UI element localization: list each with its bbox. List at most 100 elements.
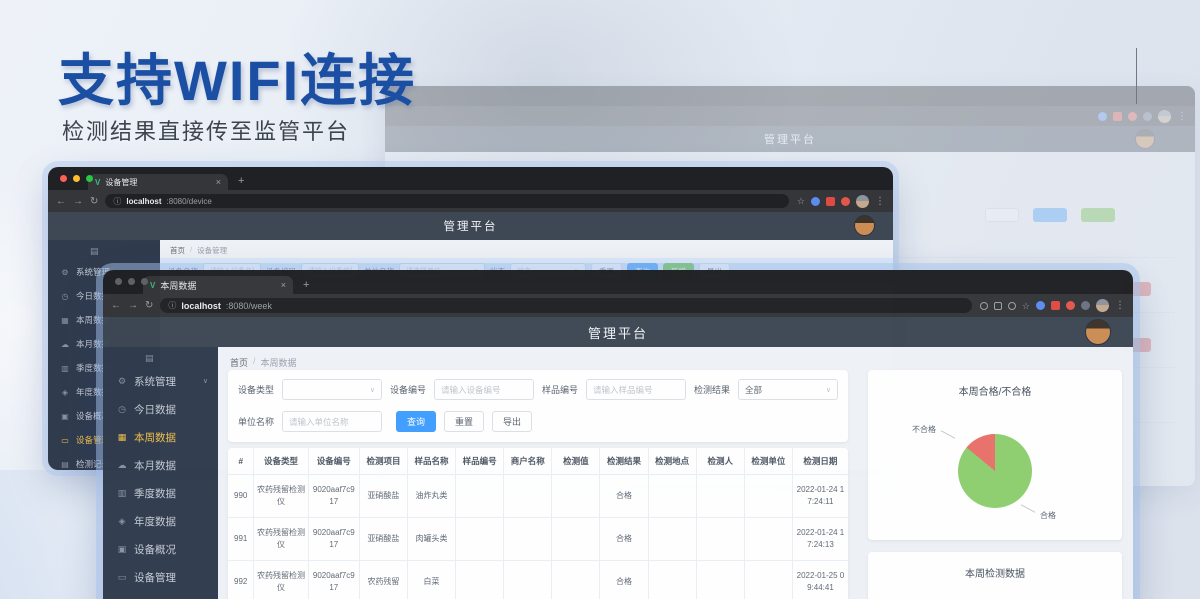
extension-icon[interactable] xyxy=(1051,301,1060,310)
browser-profile-avatar[interactable] xyxy=(1158,110,1171,123)
tab-close-icon[interactable]: × xyxy=(281,280,286,290)
table-cell: 992 xyxy=(228,561,254,599)
back-icon[interactable]: ← xyxy=(111,300,121,311)
breadcrumb-root[interactable]: 首页 xyxy=(230,356,248,369)
extension-icon[interactable] xyxy=(1036,301,1045,310)
sidebar-item-label: 本周数据 xyxy=(134,430,176,445)
table-cell xyxy=(648,518,696,561)
maximize-window-icon[interactable] xyxy=(141,278,148,285)
table-cell xyxy=(456,561,504,599)
browser-profile-avatar[interactable] xyxy=(856,195,869,208)
extensions-puzzle-icon[interactable] xyxy=(1143,112,1152,121)
sidebar-item-device-manage[interactable]: ▭ 设备管理 xyxy=(103,563,218,591)
table-cell: 合格 xyxy=(600,561,648,599)
table-row: 991 农药残留检测仪 9020aaf7c917 亚硝酸盐 肉罐头类 合格 xyxy=(228,518,848,561)
browser-profile-avatar[interactable] xyxy=(1096,299,1109,312)
panel-icon: ▭ xyxy=(60,436,70,445)
table-cell: 991 xyxy=(228,518,254,561)
sidebar-item-week[interactable]: ▦ 本周数据 xyxy=(103,423,218,451)
key-icon[interactable] xyxy=(980,302,988,310)
site-info-icon[interactable]: ⓘ xyxy=(113,196,121,207)
new-tab-button[interactable]: + xyxy=(238,175,244,190)
table-cell: 白菜 xyxy=(408,561,456,599)
address-bar[interactable]: ⓘ localhost :8080/week xyxy=(160,298,972,313)
site-info-icon[interactable]: ⓘ xyxy=(168,300,176,311)
user-avatar[interactable] xyxy=(1135,129,1155,149)
extension-icon[interactable] xyxy=(1098,112,1107,121)
back-icon[interactable]: ← xyxy=(56,196,66,207)
table-cell: 亚硝酸盐 xyxy=(359,475,407,518)
table-cell xyxy=(744,518,792,561)
table-cell: 农药残留检测仪 xyxy=(254,475,308,518)
minimize-window-icon[interactable] xyxy=(128,278,135,285)
breadcrumb-root[interactable]: 首页 xyxy=(170,245,185,256)
sidebar-item-device-overview[interactable]: ▣ 设备概况 xyxy=(103,535,218,563)
reset-button[interactable]: 重置 xyxy=(444,411,484,432)
table-cell xyxy=(504,475,552,518)
table-cell xyxy=(552,561,600,599)
decorative-line xyxy=(1136,48,1137,104)
minimize-window-icon[interactable] xyxy=(73,175,80,182)
sidebar-item-year[interactable]: ◈ 年度数据 xyxy=(103,507,218,535)
address-bar[interactable]: ⓘ localhost :8080/device xyxy=(105,194,789,208)
search-button[interactable]: 查询 xyxy=(396,411,436,432)
extension-icon[interactable] xyxy=(811,197,820,206)
filter-card: 设备类型 ∨ 设备编号 样品编号 检测结果 全部 ∨ xyxy=(228,370,848,442)
window-controls[interactable] xyxy=(60,175,93,182)
forward-icon[interactable]: → xyxy=(73,196,83,207)
filter-row-1: 设备类型 ∨ 设备编号 样品编号 检测结果 全部 ∨ xyxy=(238,379,838,400)
breadcrumb-separator: / xyxy=(253,356,256,369)
bar-chart-icon: ▥ xyxy=(60,364,70,373)
sidebar-item-today[interactable]: ◷ 今日数据 xyxy=(103,395,218,423)
sample-no-input[interactable] xyxy=(586,379,686,400)
table-cell xyxy=(552,475,600,518)
close-window-icon[interactable] xyxy=(115,278,122,285)
extension-icon[interactable] xyxy=(1113,112,1122,121)
maximize-window-icon[interactable] xyxy=(86,175,93,182)
table-cell: 2022-01-24 17:24:11 xyxy=(792,475,848,518)
sidebar-collapse-icon[interactable]: ▤ xyxy=(48,240,160,260)
app-body: ▤ ⚙ 系统管理 ∨ ◷ 今日数据 ▦ 本周数据 ☁ 本月数据 xyxy=(103,347,1133,599)
export-button[interactable]: 导出 xyxy=(492,411,532,432)
column-header: 检测单位 xyxy=(744,448,792,475)
device-type-select[interactable]: ∨ xyxy=(282,379,382,400)
sidebar-collapse-icon[interactable]: ▤ xyxy=(103,347,218,367)
table-cell xyxy=(696,475,744,518)
sidebar-item-system[interactable]: ⚙ 系统管理 ∨ xyxy=(103,367,218,395)
browser-tab[interactable]: V 本周数据 × xyxy=(143,276,293,294)
unit-name-input[interactable] xyxy=(282,411,382,432)
user-avatar[interactable] xyxy=(1085,319,1111,345)
forward-icon[interactable]: → xyxy=(128,300,138,311)
sidebar-item-quarter[interactable]: ▥ 季度数据 xyxy=(103,479,218,507)
extensions-puzzle-icon[interactable] xyxy=(1081,301,1090,310)
window-controls[interactable] xyxy=(115,278,148,285)
bookmark-star-icon[interactable]: ☆ xyxy=(797,197,805,205)
file-icon: ▤ xyxy=(60,460,70,469)
device-no-input[interactable] xyxy=(434,379,534,400)
new-tab-button[interactable]: + xyxy=(303,279,309,294)
close-window-icon[interactable] xyxy=(60,175,67,182)
browser-menu-icon[interactable]: ⋮ xyxy=(1115,300,1125,311)
tab-close-icon[interactable]: × xyxy=(216,177,221,187)
sidebar-item-label: 今日数据 xyxy=(134,402,176,417)
extension-icon[interactable] xyxy=(841,197,850,206)
reload-icon[interactable]: ↻ xyxy=(145,300,153,311)
incognito-icon[interactable] xyxy=(1008,302,1016,310)
table-cell: 9020aaf7c917 xyxy=(308,475,359,518)
bookmark-star-icon[interactable]: ☆ xyxy=(1022,302,1030,310)
user-avatar[interactable] xyxy=(854,215,875,236)
browser-menu-icon[interactable]: ⋮ xyxy=(875,196,885,207)
translate-icon[interactable] xyxy=(994,302,1002,310)
extension-icon[interactable] xyxy=(826,197,835,206)
pie-card-title: 本周合格/不合格 xyxy=(868,370,1122,398)
browser-menu-icon[interactable]: ⋮ xyxy=(1177,111,1187,122)
browser-tab[interactable]: V 设备管理 × xyxy=(88,174,228,190)
result-label: 检测结果 xyxy=(694,383,730,396)
extension-icon[interactable] xyxy=(1128,112,1137,121)
reload-icon[interactable]: ↻ xyxy=(90,196,98,207)
ghost-add-button xyxy=(1081,208,1115,222)
result-select[interactable]: 全部 ∨ xyxy=(738,379,838,400)
table-cell: 合格 xyxy=(600,518,648,561)
sidebar-item-month[interactable]: ☁ 本月数据 xyxy=(103,451,218,479)
extension-icon[interactable] xyxy=(1066,301,1075,310)
